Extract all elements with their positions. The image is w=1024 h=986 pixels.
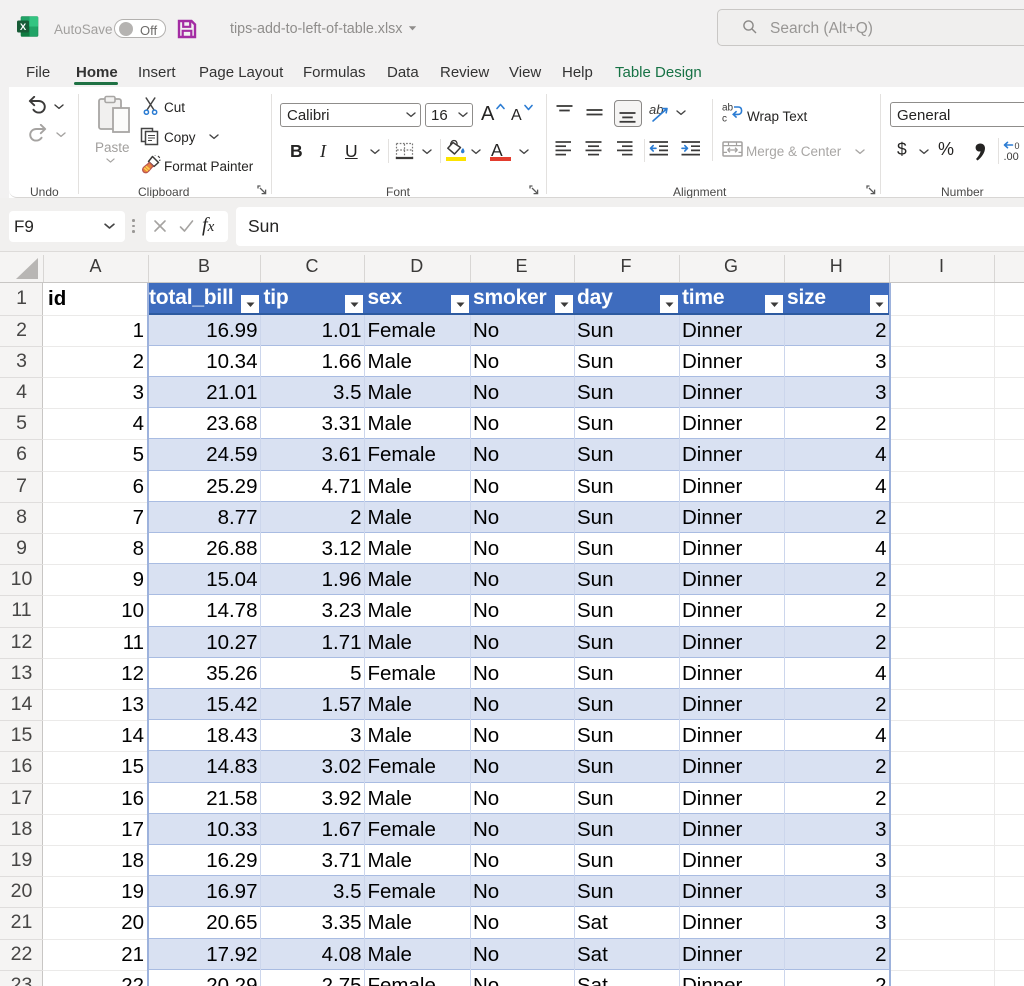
svg-text:.00: .00 bbox=[1004, 151, 1019, 161]
svg-text:X: X bbox=[20, 22, 27, 33]
svg-text:0: 0 bbox=[1015, 141, 1020, 151]
svg-text:c: c bbox=[722, 114, 727, 124]
svg-text:ab: ab bbox=[722, 103, 734, 114]
